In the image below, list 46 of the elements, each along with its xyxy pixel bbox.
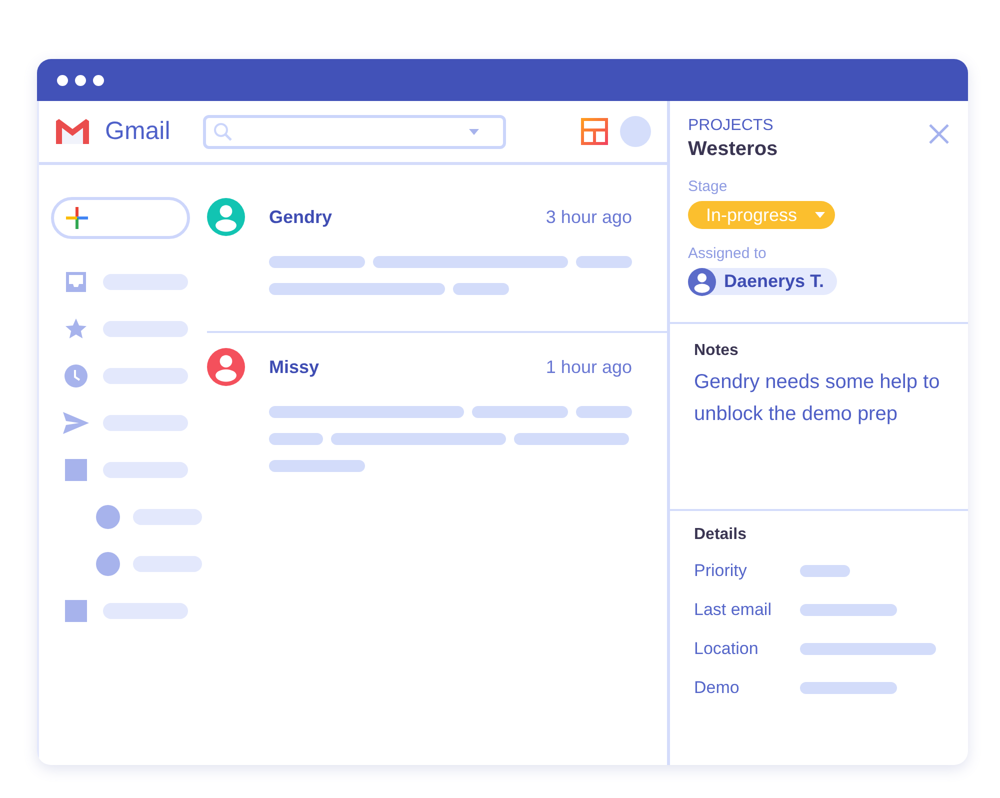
circle-icon[interactable] [96,504,120,528]
detail-label: Location [694,639,760,659]
section-heading: Details [694,526,748,544]
sender-name: Gendry [269,206,334,228]
sender-name: Missy [269,356,320,378]
note-text: Gendry needs some help to unblock the demo prep [694,370,941,427]
layout-icon[interactable] [581,118,608,145]
clock-icon[interactable] [64,364,88,388]
email-time: 3 hour ago [546,206,632,228]
email-time: 1 hour ago [546,356,632,378]
close-icon[interactable] [928,123,950,145]
detail-label: Last email [694,600,772,620]
envelope-logo-icon [56,119,89,144]
assignee-chip[interactable]: Daenerys T. [688,268,838,295]
text-placeholder [269,433,323,445]
window-dot[interactable] [75,74,86,86]
text-placeholder [453,283,509,295]
section-heading: Notes [694,342,740,360]
inbox-icon[interactable] [64,270,88,294]
send-icon[interactable] [63,410,89,434]
window-dot[interactable] [93,74,104,86]
project-title: Westeros [688,138,779,161]
text-placeholder [576,256,632,268]
account-avatar[interactable] [620,116,651,147]
square-icon[interactable] [65,600,87,622]
square-icon[interactable] [65,458,87,480]
caret-icon [469,128,479,134]
label-placeholder [133,556,202,572]
section-label: PROJECTS [688,117,774,135]
text-placeholder [576,406,632,418]
plus-icon [65,206,89,230]
detail-label: Demo [694,678,740,698]
window-dot[interactable] [57,74,68,86]
app-name: Gmail [105,117,172,146]
search-icon [213,122,233,142]
avatar-icon [688,268,716,296]
compose-button[interactable] [51,197,190,239]
label-placeholder [133,508,202,524]
caret-icon [815,212,826,218]
star-icon[interactable] [64,316,88,340]
field-label: Assigned to [688,245,768,262]
search-field[interactable] [203,114,506,148]
value-placeholder [800,565,850,577]
circle-icon[interactable] [96,552,120,576]
field-label: Stage [688,178,728,195]
detail-label: Priority [694,561,748,581]
